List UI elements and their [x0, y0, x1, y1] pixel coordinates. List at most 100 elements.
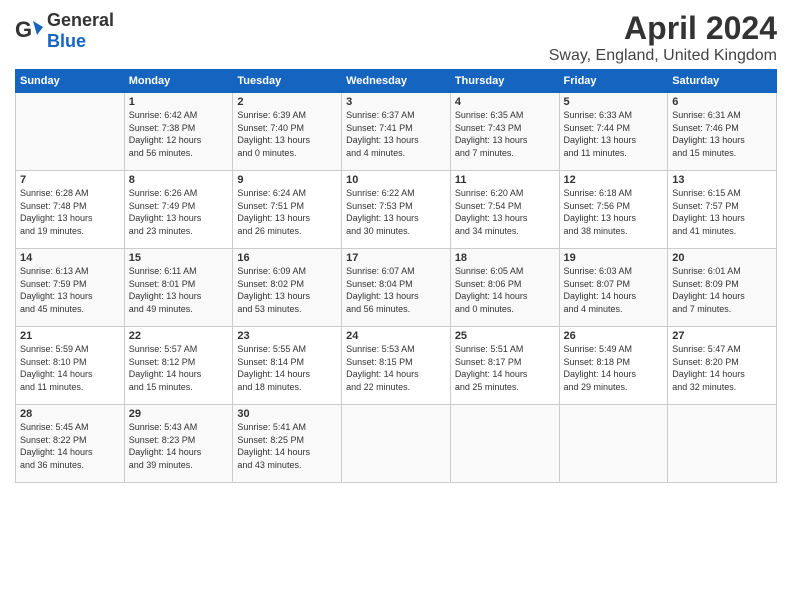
cell-text: and 34 minutes.: [455, 225, 555, 238]
table-cell: 25Sunrise: 5:51 AMSunset: 8:17 PMDayligh…: [450, 327, 559, 405]
cell-text: Daylight: 13 hours: [237, 290, 337, 303]
cell-text: Sunrise: 5:43 AM: [129, 421, 229, 434]
logo-icon: G: [15, 17, 43, 45]
cell-text: Sunset: 8:12 PM: [129, 356, 229, 369]
table-cell: 1Sunrise: 6:42 AMSunset: 7:38 PMDaylight…: [124, 93, 233, 171]
day-number: 21: [20, 330, 120, 342]
cell-text: Sunset: 7:51 PM: [237, 200, 337, 213]
cell-text: and 53 minutes.: [237, 303, 337, 316]
day-number: 10: [346, 174, 446, 186]
cell-text: Sunrise: 6:11 AM: [129, 265, 229, 278]
cell-text: Daylight: 14 hours: [455, 290, 555, 303]
table-cell: 23Sunrise: 5:55 AMSunset: 8:14 PMDayligh…: [233, 327, 342, 405]
cell-text: Sunrise: 5:45 AM: [20, 421, 120, 434]
table-cell: 15Sunrise: 6:11 AMSunset: 8:01 PMDayligh…: [124, 249, 233, 327]
cell-text: Daylight: 13 hours: [672, 212, 772, 225]
cell-text: and 43 minutes.: [237, 459, 337, 472]
day-number: 26: [564, 330, 664, 342]
cell-text: Daylight: 13 hours: [564, 212, 664, 225]
svg-text:G: G: [15, 17, 32, 42]
table-cell: 6Sunrise: 6:31 AMSunset: 7:46 PMDaylight…: [668, 93, 777, 171]
cell-text: Sunrise: 6:26 AM: [129, 187, 229, 200]
cell-text: Daylight: 13 hours: [20, 212, 120, 225]
cell-text: and 22 minutes.: [346, 381, 446, 394]
cell-text: Sunrise: 6:37 AM: [346, 109, 446, 122]
day-number: 13: [672, 174, 772, 186]
day-number: 28: [20, 408, 120, 420]
cell-text: Sunset: 8:01 PM: [129, 278, 229, 291]
table-cell: [559, 405, 668, 483]
table-cell: 18Sunrise: 6:05 AMSunset: 8:06 PMDayligh…: [450, 249, 559, 327]
day-number: 18: [455, 252, 555, 264]
cell-text: Sunrise: 6:42 AM: [129, 109, 229, 122]
cell-text: and 39 minutes.: [129, 459, 229, 472]
table-cell: 17Sunrise: 6:07 AMSunset: 8:04 PMDayligh…: [342, 249, 451, 327]
cell-text: Sunset: 7:49 PM: [129, 200, 229, 213]
cell-text: Sunrise: 6:28 AM: [20, 187, 120, 200]
day-number: 9: [237, 174, 337, 186]
col-friday: Friday: [559, 70, 668, 93]
cell-text: Sunset: 8:04 PM: [346, 278, 446, 291]
cell-text: and 25 minutes.: [455, 381, 555, 394]
cell-text: Daylight: 14 hours: [237, 446, 337, 459]
table-cell: 29Sunrise: 5:43 AMSunset: 8:23 PMDayligh…: [124, 405, 233, 483]
cell-text: Daylight: 14 hours: [237, 368, 337, 381]
cell-text: Sunrise: 6:35 AM: [455, 109, 555, 122]
day-number: 8: [129, 174, 229, 186]
table-cell: 16Sunrise: 6:09 AMSunset: 8:02 PMDayligh…: [233, 249, 342, 327]
cell-text: Sunset: 7:54 PM: [455, 200, 555, 213]
cell-text: Sunrise: 5:49 AM: [564, 343, 664, 356]
table-cell: 12Sunrise: 6:18 AMSunset: 7:56 PMDayligh…: [559, 171, 668, 249]
cell-text: Daylight: 14 hours: [455, 368, 555, 381]
table-cell: 8Sunrise: 6:26 AMSunset: 7:49 PMDaylight…: [124, 171, 233, 249]
calendar-table: Sunday Monday Tuesday Wednesday Thursday…: [15, 69, 777, 483]
day-number: 2: [237, 96, 337, 108]
cell-text: Sunset: 7:46 PM: [672, 122, 772, 135]
table-row: 14Sunrise: 6:13 AMSunset: 7:59 PMDayligh…: [16, 249, 777, 327]
cell-text: Sunrise: 5:59 AM: [20, 343, 120, 356]
day-number: 4: [455, 96, 555, 108]
cell-text: Sunset: 8:17 PM: [455, 356, 555, 369]
cell-text: Sunset: 8:02 PM: [237, 278, 337, 291]
table-cell: 20Sunrise: 6:01 AMSunset: 8:09 PMDayligh…: [668, 249, 777, 327]
cell-text: Sunset: 8:22 PM: [20, 434, 120, 447]
cell-text: Sunrise: 6:03 AM: [564, 265, 664, 278]
cell-text: Sunrise: 6:15 AM: [672, 187, 772, 200]
cell-text: Sunrise: 6:24 AM: [237, 187, 337, 200]
cell-text: and 36 minutes.: [20, 459, 120, 472]
cell-text: Sunrise: 6:22 AM: [346, 187, 446, 200]
cell-text: Sunset: 7:59 PM: [20, 278, 120, 291]
cell-text: Sunrise: 6:01 AM: [672, 265, 772, 278]
cell-text: Daylight: 13 hours: [672, 134, 772, 147]
table-cell: 14Sunrise: 6:13 AMSunset: 7:59 PMDayligh…: [16, 249, 125, 327]
table-cell: [342, 405, 451, 483]
cell-text: and 15 minutes.: [129, 381, 229, 394]
day-number: 19: [564, 252, 664, 264]
cell-text: and 56 minutes.: [129, 147, 229, 160]
cell-text: Sunset: 8:09 PM: [672, 278, 772, 291]
cell-text: and 41 minutes.: [672, 225, 772, 238]
cell-text: and 45 minutes.: [20, 303, 120, 316]
cell-text: Daylight: 14 hours: [346, 368, 446, 381]
cell-text: Sunset: 7:38 PM: [129, 122, 229, 135]
cell-text: Sunset: 7:53 PM: [346, 200, 446, 213]
cell-text: Daylight: 13 hours: [129, 290, 229, 303]
table-cell: [668, 405, 777, 483]
cell-text: Sunrise: 5:57 AM: [129, 343, 229, 356]
cell-text: Sunset: 8:18 PM: [564, 356, 664, 369]
table-cell: 24Sunrise: 5:53 AMSunset: 8:15 PMDayligh…: [342, 327, 451, 405]
cell-text: Sunrise: 6:20 AM: [455, 187, 555, 200]
cell-text: and 30 minutes.: [346, 225, 446, 238]
cell-text: Daylight: 14 hours: [20, 368, 120, 381]
table-row: 7Sunrise: 6:28 AMSunset: 7:48 PMDaylight…: [16, 171, 777, 249]
cell-text: Daylight: 12 hours: [129, 134, 229, 147]
day-number: 6: [672, 96, 772, 108]
cell-text: Sunrise: 6:18 AM: [564, 187, 664, 200]
cell-text: Sunset: 7:41 PM: [346, 122, 446, 135]
day-number: 5: [564, 96, 664, 108]
col-wednesday: Wednesday: [342, 70, 451, 93]
day-number: 30: [237, 408, 337, 420]
cell-text: and 32 minutes.: [672, 381, 772, 394]
cell-text: Daylight: 13 hours: [346, 290, 446, 303]
cell-text: Sunset: 8:23 PM: [129, 434, 229, 447]
